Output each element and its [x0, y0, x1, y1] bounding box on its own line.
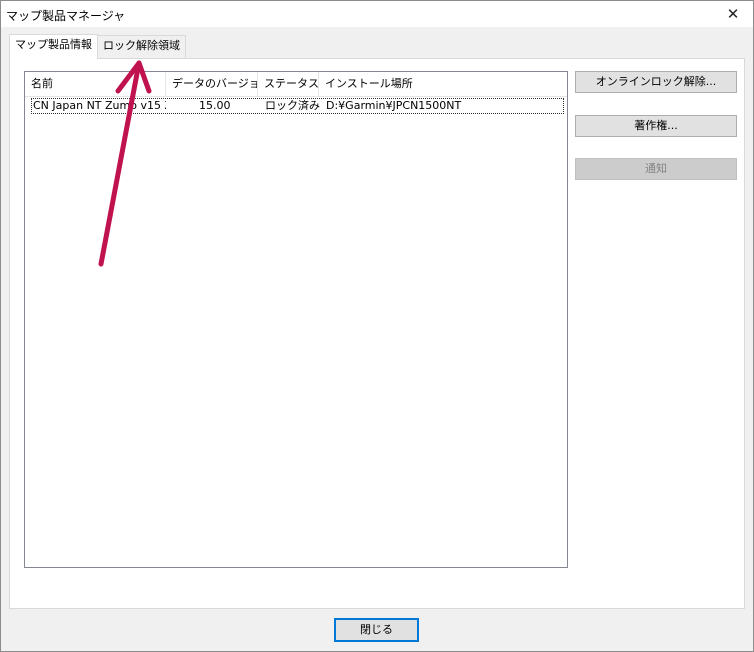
window-title: マップ製品マネージャ [6, 9, 126, 23]
tab-unlock-regions[interactable]: ロック解除領域 [97, 35, 186, 58]
map-product-list[interactable]: 名前 データのバージョン ステータス インストール場所 CN Japan NT … [24, 71, 568, 568]
column-header-status[interactable]: ステータス [258, 72, 319, 96]
cell-install-location: D:¥Garmin¥JPCN1500NT [326, 99, 462, 112]
table-row[interactable]: CN Japan NT Zumo v15 Z 15.00 ロック済み D:¥Ga… [31, 98, 564, 114]
column-header-install-location[interactable]: インストール場所 [319, 72, 567, 96]
close-icon[interactable]: ✕ [713, 1, 753, 27]
list-header: 名前 データのバージョン ステータス インストール場所 [25, 72, 567, 97]
title-bar: マップ製品マネージャ ✕ [1, 1, 753, 27]
notify-button: 通知 [575, 158, 737, 180]
close-button[interactable]: 閉じる [334, 618, 419, 642]
column-header-data-version[interactable]: データのバージョン [166, 72, 258, 96]
tab-map-product-info[interactable]: マップ製品情報 [9, 34, 98, 59]
column-header-name[interactable]: 名前 [25, 72, 166, 96]
copyright-button[interactable]: 著作権... [575, 115, 737, 137]
cell-name: CN Japan NT Zumo v15 Z [33, 99, 166, 112]
online-unlock-button[interactable]: オンラインロック解除... [575, 71, 737, 93]
cell-version: 15.00 [199, 99, 231, 112]
cell-status: ロック済み [265, 99, 320, 112]
tab-strip: マップ製品情報 ロック解除領域 [9, 34, 743, 59]
